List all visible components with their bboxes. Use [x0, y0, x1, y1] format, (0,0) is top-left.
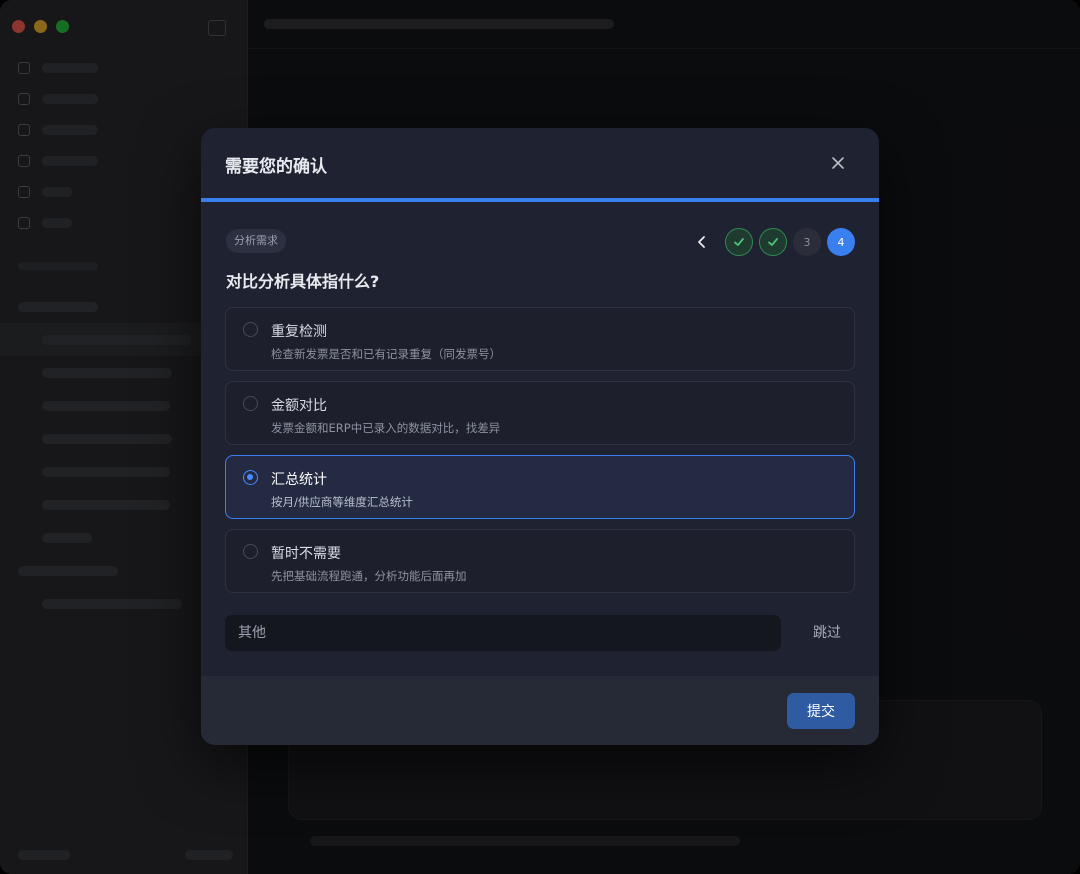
options-list: 重复检测 检查新发票是否和已有记录重复（同发票号） 金额对比 发票金额和ERP中…: [225, 307, 855, 603]
close-icon[interactable]: [829, 154, 847, 172]
progress-bar: [201, 198, 879, 202]
option-description: 先把基础流程跑通，分析功能后面再加: [271, 569, 467, 583]
confirmation-dialog: 需要您的确认 分析需求 3 4 对比分析具体指什么? 重复检测 检查新发票是否和…: [201, 128, 879, 745]
radio-button[interactable]: [243, 544, 258, 559]
skip-button[interactable]: 跳过: [813, 615, 841, 651]
step-4-current[interactable]: 4: [827, 228, 855, 256]
radio-button[interactable]: [243, 322, 258, 337]
option-label: 汇总统计: [271, 472, 327, 488]
option-description: 检查新发票是否和已有记录重复（同发票号）: [271, 347, 501, 361]
back-icon[interactable]: [691, 231, 713, 253]
category-tag: 分析需求: [226, 229, 286, 253]
check-icon: [734, 238, 744, 246]
step-2-completed[interactable]: [759, 228, 787, 256]
other-answer-input[interactable]: [225, 615, 781, 651]
app-window: 需要您的确认 分析需求 3 4 对比分析具体指什么? 重复检测 检查新发票是否和…: [0, 0, 1080, 874]
step-1-completed[interactable]: [725, 228, 753, 256]
option-label: 金额对比: [271, 398, 327, 414]
option-description: 发票金额和ERP中已录入的数据对比，找差异: [271, 421, 501, 435]
option-label: 重复检测: [271, 324, 327, 340]
radio-button-selected[interactable]: [243, 470, 258, 485]
option-label: 暂时不需要: [271, 546, 341, 562]
step-indicator: 3 4: [691, 228, 855, 256]
option-summary-stats[interactable]: 汇总统计 按月/供应商等维度汇总统计: [225, 455, 855, 519]
option-description: 按月/供应商等维度汇总统计: [271, 495, 413, 509]
other-answer-row: 跳过: [225, 615, 855, 651]
option-not-needed[interactable]: 暂时不需要 先把基础流程跑通，分析功能后面再加: [225, 529, 855, 593]
option-duplicate-check[interactable]: 重复检测 检查新发票是否和已有记录重复（同发票号）: [225, 307, 855, 371]
option-amount-compare[interactable]: 金额对比 发票金额和ERP中已录入的数据对比，找差异: [225, 381, 855, 445]
step-3[interactable]: 3: [793, 228, 821, 256]
check-icon: [768, 238, 778, 246]
dialog-title: 需要您的确认: [225, 157, 327, 177]
dialog-header: 需要您的确认: [201, 128, 879, 198]
question-text: 对比分析具体指什么?: [226, 272, 380, 291]
submit-button[interactable]: 提交: [787, 693, 855, 729]
radio-button[interactable]: [243, 396, 258, 411]
dialog-footer: 提交: [201, 676, 879, 745]
